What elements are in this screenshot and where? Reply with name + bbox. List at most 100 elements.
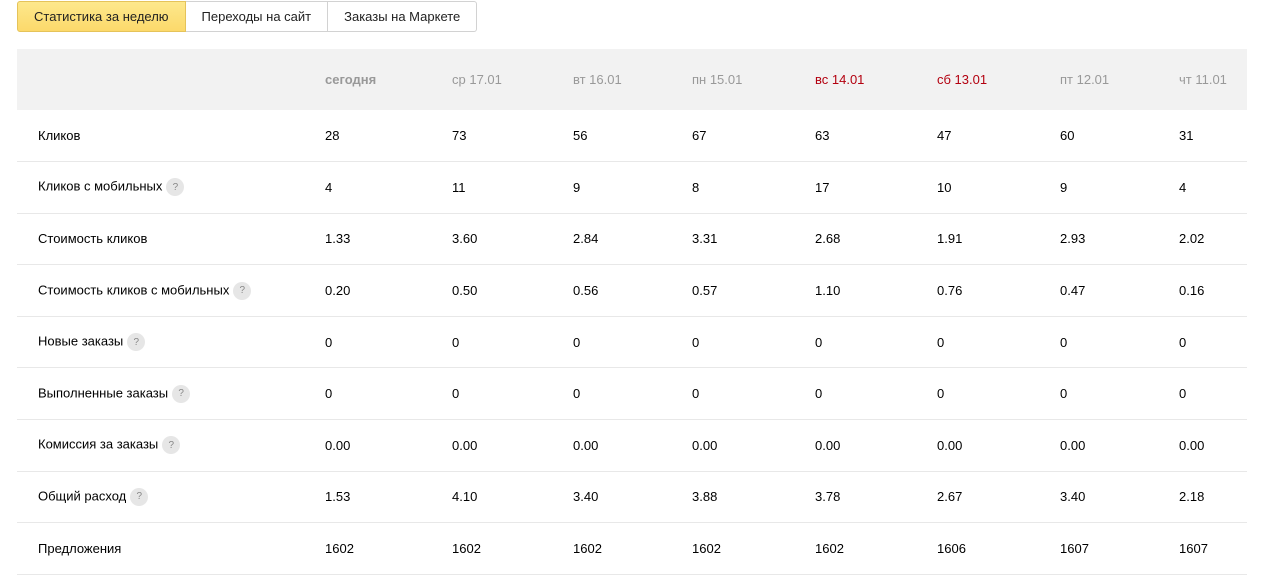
row-label-cell: Новые заказы? bbox=[17, 316, 325, 368]
header-label-cell bbox=[17, 49, 325, 110]
value-cell: 3.88 bbox=[692, 489, 718, 505]
value-cell: 56 bbox=[573, 128, 588, 144]
row-label-cell: Предложения bbox=[17, 523, 325, 575]
value-cell: 4.10 bbox=[452, 489, 478, 505]
value-cell: 3.40 bbox=[573, 489, 599, 505]
weekly-stats-table: сегодня ср 17.01 вт 16.01 пн 15.01 вс 14… bbox=[17, 49, 1247, 575]
value-cell: 1.33 bbox=[325, 231, 351, 247]
row-label: Новые заказы bbox=[38, 333, 124, 349]
value-cell: 0 bbox=[573, 334, 581, 350]
column-header: вт 16.01 bbox=[573, 72, 622, 87]
table-row: Новые заказы? 0 0 0 0 0 0 0 0 bbox=[17, 316, 1247, 368]
value-cell: 0 bbox=[1179, 334, 1187, 350]
value-cell: 2.68 bbox=[815, 231, 841, 247]
value-cell: 1607 bbox=[1060, 541, 1089, 557]
value-cell: 0.00 bbox=[325, 437, 351, 453]
stats-tabs: Статистика за неделю Переходы на сайт За… bbox=[17, 1, 478, 32]
value-cell: 0 bbox=[573, 386, 581, 402]
row-label: Стоимость кликов с мобильных bbox=[38, 282, 230, 298]
row-label: Общий расход bbox=[38, 488, 127, 504]
value-cell: 0 bbox=[1060, 386, 1068, 402]
value-cell: 1.10 bbox=[815, 283, 841, 299]
value-cell: 0.00 bbox=[937, 437, 963, 453]
row-label-cell: Кликов bbox=[17, 110, 325, 162]
table-row: Кликов с мобильных? 4 11 9 8 17 10 9 4 bbox=[17, 162, 1247, 214]
value-cell: 0 bbox=[452, 334, 460, 350]
row-label-cell: Стоимость кликов с мобильных? bbox=[17, 265, 325, 317]
value-cell: 63 bbox=[815, 128, 830, 144]
value-cell: 10 bbox=[937, 179, 952, 195]
tab-weekly-stats[interactable]: Статистика за неделю bbox=[17, 1, 186, 32]
value-cell: 0.00 bbox=[692, 437, 718, 453]
value-cell: 28 bbox=[325, 128, 340, 144]
row-label-cell: Кликов с мобильных? bbox=[17, 162, 325, 214]
table-header-row: сегодня ср 17.01 вт 16.01 пн 15.01 вс 14… bbox=[17, 49, 1247, 110]
value-cell: 2.93 bbox=[1060, 231, 1086, 247]
value-cell: 31 bbox=[1179, 128, 1194, 144]
value-cell: 0 bbox=[1060, 334, 1068, 350]
value-cell: 4 bbox=[1179, 179, 1187, 195]
value-cell: 3.78 bbox=[815, 489, 841, 505]
help-icon[interactable]: ? bbox=[172, 384, 191, 403]
value-cell: 73 bbox=[452, 128, 467, 144]
value-cell: 0.00 bbox=[815, 437, 841, 453]
tab-site-visits[interactable]: Переходы на сайт bbox=[185, 1, 329, 32]
column-header: ср 17.01 bbox=[452, 72, 502, 87]
value-cell: 2.18 bbox=[1179, 489, 1205, 505]
value-cell: 3.60 bbox=[452, 231, 478, 247]
row-label: Кликов bbox=[38, 128, 81, 144]
value-cell: 1602 bbox=[325, 541, 354, 557]
value-cell: 0.16 bbox=[1179, 283, 1205, 299]
row-label-cell: Комиссия за заказы? bbox=[17, 420, 325, 472]
value-cell: 0.00 bbox=[1060, 437, 1086, 453]
tab-market-orders[interactable]: Заказы на Маркете bbox=[328, 1, 478, 32]
value-cell: 0.00 bbox=[573, 437, 599, 453]
column-header: пт 12.01 bbox=[1060, 72, 1110, 87]
table-row: Комиссия за заказы? 0.00 0.00 0.00 0.00 0.00 0… bbox=[17, 420, 1247, 472]
value-cell: 1602 bbox=[815, 541, 844, 557]
value-cell: 0 bbox=[325, 386, 333, 402]
value-cell: 0 bbox=[937, 334, 945, 350]
value-cell: 1.91 bbox=[937, 231, 963, 247]
table-row: Предложения 1602 1602 1602 1602 1602 1606 1607 1… bbox=[17, 523, 1247, 575]
value-cell: 60 bbox=[1060, 128, 1075, 144]
row-label: Кликов с мобильных bbox=[38, 178, 163, 194]
value-cell: 0.50 bbox=[452, 283, 478, 299]
value-cell: 1602 bbox=[452, 541, 481, 557]
value-cell: 0 bbox=[815, 334, 823, 350]
value-cell: 9 bbox=[1060, 179, 1068, 195]
column-header: сб 13.01 bbox=[937, 72, 988, 87]
value-cell: 0.47 bbox=[1060, 283, 1086, 299]
row-label: Комиссия за заказы bbox=[38, 436, 159, 452]
value-cell: 0 bbox=[937, 386, 945, 402]
value-cell: 4 bbox=[325, 179, 333, 195]
value-cell: 17 bbox=[815, 179, 830, 195]
value-cell: 0 bbox=[692, 334, 700, 350]
help-icon[interactable]: ? bbox=[233, 281, 252, 300]
value-cell: 0.76 bbox=[937, 283, 963, 299]
row-label: Предложения bbox=[38, 541, 122, 557]
value-cell: 47 bbox=[937, 128, 952, 144]
value-cell: 0.00 bbox=[1179, 437, 1205, 453]
value-cell: 0 bbox=[325, 334, 333, 350]
value-cell: 0.57 bbox=[692, 283, 718, 299]
table-row: Стоимость кликов 1.33 3.60 2.84 3.31 2.68 1.91… bbox=[17, 213, 1247, 265]
value-cell: 0.56 bbox=[573, 283, 599, 299]
row-label: Выполненные заказы bbox=[38, 385, 169, 401]
table-row: Кликов 28 73 56 67 63 47 60 31 bbox=[17, 110, 1247, 162]
table-row: Общий расход? 1.53 4.10 3.40 3.88 3.78 2.67 3.4… bbox=[17, 471, 1247, 523]
value-cell: 0 bbox=[815, 386, 823, 402]
row-label-cell: Выполненные заказы? bbox=[17, 368, 325, 420]
help-icon[interactable]: ? bbox=[166, 178, 185, 197]
value-cell: 1607 bbox=[1179, 541, 1208, 557]
value-cell: 1602 bbox=[692, 541, 721, 557]
value-cell: 0.20 bbox=[325, 283, 351, 299]
value-cell: 8 bbox=[692, 179, 700, 195]
table-row: Стоимость кликов с мобильных? 0.20 0.50 0.5… bbox=[17, 265, 1247, 317]
help-icon[interactable]: ? bbox=[130, 487, 149, 506]
help-icon[interactable]: ? bbox=[162, 436, 181, 455]
column-header: чт 11.01 bbox=[1179, 72, 1227, 87]
column-header: пн 15.01 bbox=[692, 72, 743, 87]
value-cell: 1602 bbox=[573, 541, 602, 557]
help-icon[interactable]: ? bbox=[127, 333, 146, 352]
